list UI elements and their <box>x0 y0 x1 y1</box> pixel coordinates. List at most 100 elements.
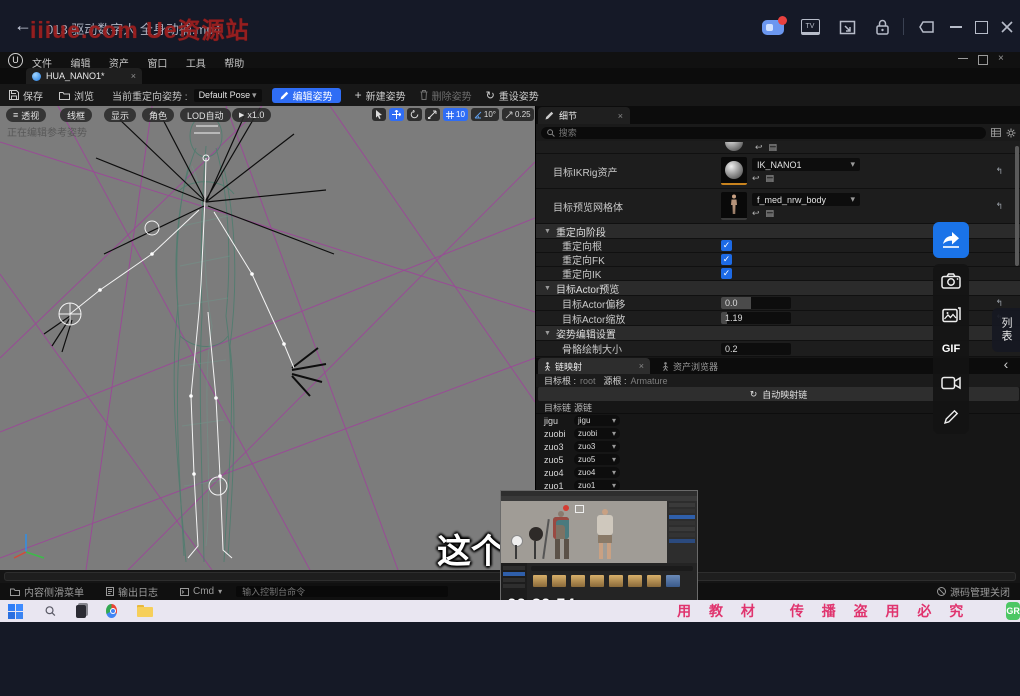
save-button[interactable]: 保存 <box>9 88 43 103</box>
lock-icon[interactable] <box>871 16 893 38</box>
reset-to-default-icon[interactable]: ↰ <box>995 298 1003 309</box>
tab-close-icon[interactable]: × <box>131 71 136 81</box>
details-scrollbar[interactable] <box>1015 146 1019 266</box>
retarget-root-checkbox[interactable]: ✓ <box>721 240 732 251</box>
chain-row[interactable]: zuo4 zuo4▾ <box>536 466 1020 479</box>
screenshot-button[interactable] <box>933 264 969 298</box>
ue-close-icon[interactable]: × <box>998 53 1004 64</box>
angle-snap-button[interactable]: 10° <box>471 108 499 121</box>
show-menu-button[interactable]: 显示 <box>104 108 136 122</box>
playlist-tab[interactable]: 列表 <box>992 308 1020 352</box>
character-menu-button[interactable]: 角色 <box>142 108 174 122</box>
file-explorer-icon[interactable] <box>137 605 149 617</box>
content-drawer-button[interactable]: 内容侧滑菜单 <box>10 584 84 599</box>
ik-rig-thumbnail[interactable] <box>721 157 747 185</box>
scale-snap-button[interactable]: 0.25 <box>502 108 534 121</box>
playback-speed-button[interactable]: ▶x1.0 <box>232 108 271 122</box>
console-command-input[interactable] <box>236 586 448 597</box>
details-close-icon[interactable]: × <box>618 111 623 121</box>
source-control-status[interactable]: 源码管理关闭 <box>937 584 1010 599</box>
video-record-button[interactable] <box>933 366 969 400</box>
pip-preview[interactable]: 00:20:54 <box>500 490 698 600</box>
source-chain-select[interactable]: zuo3▾ <box>574 441 620 452</box>
source-chain-select[interactable]: jigu▾ <box>574 415 620 426</box>
pip-right-panel <box>667 501 697 563</box>
move-tool-icon[interactable] <box>389 108 404 121</box>
pip-viewport <box>501 501 667 563</box>
retarget-ik-checkbox[interactable]: ✓ <box>721 268 732 279</box>
mesh-thumbnail[interactable] <box>721 192 747 220</box>
reset-to-default-icon[interactable]: ↰ <box>995 201 1003 212</box>
viewport-canvas[interactable] <box>0 106 535 570</box>
settings-gear-icon[interactable] <box>1006 128 1016 138</box>
tray-gr-icon[interactable]: GR <box>1006 602 1020 620</box>
game-center-icon[interactable] <box>762 16 784 38</box>
viewport-menu-button[interactable]: ≡透视 <box>6 108 46 122</box>
grid-snap-button[interactable]: 10 <box>443 108 468 121</box>
source-chain-select[interactable]: zuo4▾ <box>574 467 620 478</box>
delete-pose-button[interactable]: 删除姿势 <box>420 88 472 103</box>
browse-icon[interactable]: ↩ <box>752 173 760 184</box>
bone-size-field[interactable]: 0.2 <box>721 343 791 355</box>
column-target-chain[interactable]: 目标链 <box>544 401 574 414</box>
grid-view-icon[interactable] <box>991 128 1001 137</box>
pip-figure-mocap <box>553 511 569 559</box>
folder-icon[interactable]: ▤ <box>766 208 775 219</box>
rotate-tool-icon[interactable] <box>407 108 422 121</box>
maximize-button[interactable] <box>970 16 992 38</box>
ik-rig-select[interactable]: IK_NANO1▾ <box>752 158 860 171</box>
chain-row[interactable]: zuo3 zuo3▾ <box>536 440 1020 453</box>
share-export-button[interactable] <box>933 222 969 258</box>
pin-icon[interactable] <box>916 16 938 38</box>
output-log-button[interactable]: 输出日志 <box>106 584 158 599</box>
ue-maximize-icon[interactable] <box>978 55 988 65</box>
annotate-pen-button[interactable] <box>933 400 969 434</box>
folder-icon[interactable]: ▤ <box>766 173 775 184</box>
windows-start-icon[interactable] <box>8 604 23 619</box>
reset-pose-button[interactable]: ↻重设姿势 <box>486 88 539 103</box>
app-window-icon[interactable] <box>76 605 87 618</box>
details-search[interactable] <box>541 127 986 139</box>
retarget-fk-checkbox[interactable]: ✓ <box>721 254 732 265</box>
image-capture-button[interactable] <box>933 298 969 332</box>
column-source-chain[interactable]: 源链 <box>574 401 592 414</box>
actor-offset-field[interactable]: 0.0 <box>721 297 791 309</box>
lod-button[interactable]: LOD自动 <box>180 108 231 122</box>
minimize-button[interactable] <box>945 16 967 38</box>
asset-browser-tab[interactable]: 资产浏览器 <box>656 358 724 374</box>
close-button[interactable] <box>996 16 1018 38</box>
browse-button[interactable]: 浏览 <box>59 88 94 103</box>
wireframe-mode-button[interactable]: 线框 <box>60 108 92 122</box>
chain-tab-close-icon[interactable]: × <box>639 361 644 371</box>
chain-mapping-tab[interactable]: 链映射 × <box>538 358 650 374</box>
tv-cast-icon[interactable]: TV <box>799 16 821 38</box>
gif-record-button[interactable]: GIF <box>933 332 969 366</box>
ue-minimize-icon[interactable] <box>958 58 968 59</box>
edit-pose-button[interactable]: 编辑姿势 <box>272 88 341 103</box>
actor-scale-field[interactable]: 1.19 <box>721 312 791 324</box>
chrome-icon[interactable] <box>106 604 117 618</box>
source-chain-select[interactable]: zuobi▾ <box>574 428 620 439</box>
source-chain-select[interactable]: zuo5▾ <box>574 454 620 465</box>
details-search-input[interactable] <box>559 128 980 138</box>
scale-tool-icon[interactable] <box>425 108 440 121</box>
taskbar-search-icon[interactable] <box>45 604 56 618</box>
mini-window-icon[interactable] <box>836 16 858 38</box>
asset-tab[interactable]: HUA_NANO1* × <box>26 68 142 84</box>
mesh-select[interactable]: f_med_nrw_body▾ <box>752 193 860 206</box>
select-tool-icon[interactable] <box>372 108 386 121</box>
browse-icon[interactable]: ↩ <box>752 208 760 219</box>
pose-select[interactable]: Default Pose▾ <box>194 89 262 102</box>
details-tab[interactable]: 细节 × <box>538 107 630 124</box>
asset-row-partial: ↩ ▤ <box>536 141 1020 154</box>
target-root-value: root <box>580 376 596 386</box>
collapse-chevron-icon[interactable]: ‹ <box>996 354 1016 374</box>
new-pose-button[interactable]: +新建姿势 <box>355 88 406 103</box>
reset-to-default-icon[interactable]: ↰ <box>995 166 1003 177</box>
cmd-dropdown[interactable]: Cmd▾ <box>180 586 222 597</box>
chain-row[interactable]: zuo5 zuo5▾ <box>536 453 1020 466</box>
folder-icon[interactable]: ▤ <box>769 142 778 153</box>
video-frame[interactable]: U 文件 编辑 资产 窗口 工具 帮助 × HUA_NANO1* × <box>0 52 1020 600</box>
drawer-icon <box>10 588 20 596</box>
browse-icon[interactable]: ↩ <box>755 142 763 153</box>
